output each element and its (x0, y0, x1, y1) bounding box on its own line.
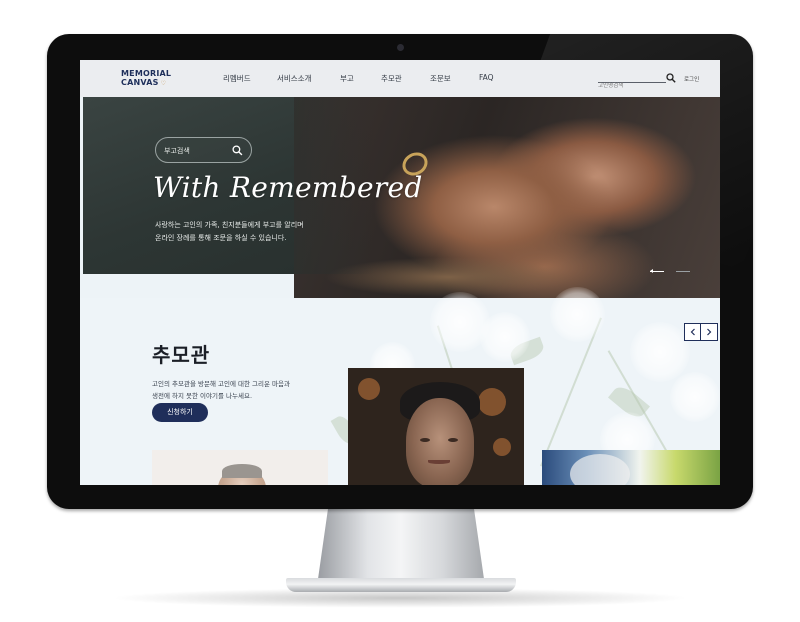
bokeh-light (493, 438, 511, 456)
monitor-stand-base (286, 578, 516, 592)
chevron-left-icon[interactable] (684, 323, 701, 341)
logo-heart-icon: ♡ (160, 80, 167, 87)
top-navigation: MEMORIAL CANVAS ♡ 리멤버드 서비스소개 부고 추모관 조문보 F… (80, 60, 720, 97)
portrait-shade (570, 454, 630, 485)
hero-slider-control (650, 269, 692, 275)
logo-line-1: MEMORIAL (121, 69, 172, 78)
obituary-search-input[interactable] (164, 145, 224, 156)
portrait-eye (420, 438, 430, 442)
hero-lower-band (83, 274, 294, 298)
memorial-description-line-2: 생전에 하지 못한 이야기를 나누세요. (152, 392, 253, 400)
memorial-hall-description: 고인의 추모관을 방문해 고인에 대한 그리운 마음과 생전에 하지 못한 이야… (152, 378, 322, 402)
slider-prev-arrow-icon[interactable] (650, 269, 664, 273)
deceased-search-field (598, 72, 666, 91)
memorial-carousel-nav (684, 323, 718, 341)
search-icon[interactable] (666, 73, 676, 83)
nav-item-faq[interactable]: FAQ (479, 73, 494, 82)
memorial-card-left[interactable] (152, 450, 328, 485)
portrait-mouth (428, 460, 450, 464)
memorial-description-line-1: 고인의 추모관을 방문해 고인에 대한 그리운 마음과 (152, 380, 290, 388)
memorial-hall-title: 추모관 (152, 343, 211, 367)
flower (630, 322, 690, 382)
hero-description-line-2: 온라인 장례를 통해 조문을 하실 수 있습니다. (155, 234, 287, 242)
bokeh-light (358, 378, 380, 400)
flower (480, 312, 530, 362)
nav-item-remembered[interactable]: 리멤버드 (223, 73, 251, 84)
obituary-search-box (155, 137, 252, 163)
bokeh-light (478, 388, 506, 416)
stem (540, 317, 602, 467)
mockup-stage: MEMORIAL CANVAS ♡ 리멤버드 서비스소개 부고 추모관 조문보 F… (0, 0, 800, 622)
monitor-stand-neck (318, 509, 484, 579)
nav-item-obituary[interactable]: 부고 (340, 73, 354, 84)
memorial-card-center[interactable] (348, 368, 524, 485)
login-link[interactable]: 로그인 (684, 75, 699, 83)
hero-title: With Remembered (153, 171, 423, 204)
portrait-face (406, 398, 474, 485)
flower (670, 372, 720, 422)
leaf (608, 382, 650, 422)
portrait-hair (222, 464, 262, 478)
memorial-hall-section: 추모관 고인의 추모관을 방문해 고인에 대한 그리운 마음과 생전에 하지 못… (80, 287, 720, 485)
portrait-eye (448, 438, 458, 442)
hero-banner: With Remembered 사랑하는 고인의 가족, 친지분들에게 부고를 … (83, 97, 720, 298)
nav-item-condolence-board[interactable]: 조문보 (430, 73, 451, 84)
leaf (507, 336, 547, 366)
hero-description-line-1: 사랑하는 고인의 가족, 친지분들에게 부고를 알리며 (155, 221, 304, 229)
apply-button[interactable]: 신청하기 (152, 403, 208, 422)
slider-next-arrow-icon[interactable] (676, 271, 690, 272)
website-screen: MEMORIAL CANVAS ♡ 리멤버드 서비스소개 부고 추모관 조문보 F… (80, 60, 720, 485)
logo-line-2: CANVAS (121, 78, 159, 87)
nav-item-memorial-hall[interactable]: 추모관 (381, 73, 402, 84)
chevron-right-icon[interactable] (701, 323, 718, 341)
memorial-card-right[interactable] (542, 450, 720, 485)
stem (607, 350, 675, 464)
flower (430, 292, 490, 352)
nav-item-service-intro[interactable]: 서비스소개 (277, 73, 312, 84)
deceased-search-input[interactable] (598, 81, 658, 91)
webcam-icon (397, 44, 404, 51)
hero-description: 사랑하는 고인의 가족, 친지분들에게 부고를 알리며 온라인 장례를 통해 조… (155, 219, 365, 245)
search-icon[interactable] (232, 145, 243, 156)
logo[interactable]: MEMORIAL CANVAS ♡ (121, 69, 171, 88)
